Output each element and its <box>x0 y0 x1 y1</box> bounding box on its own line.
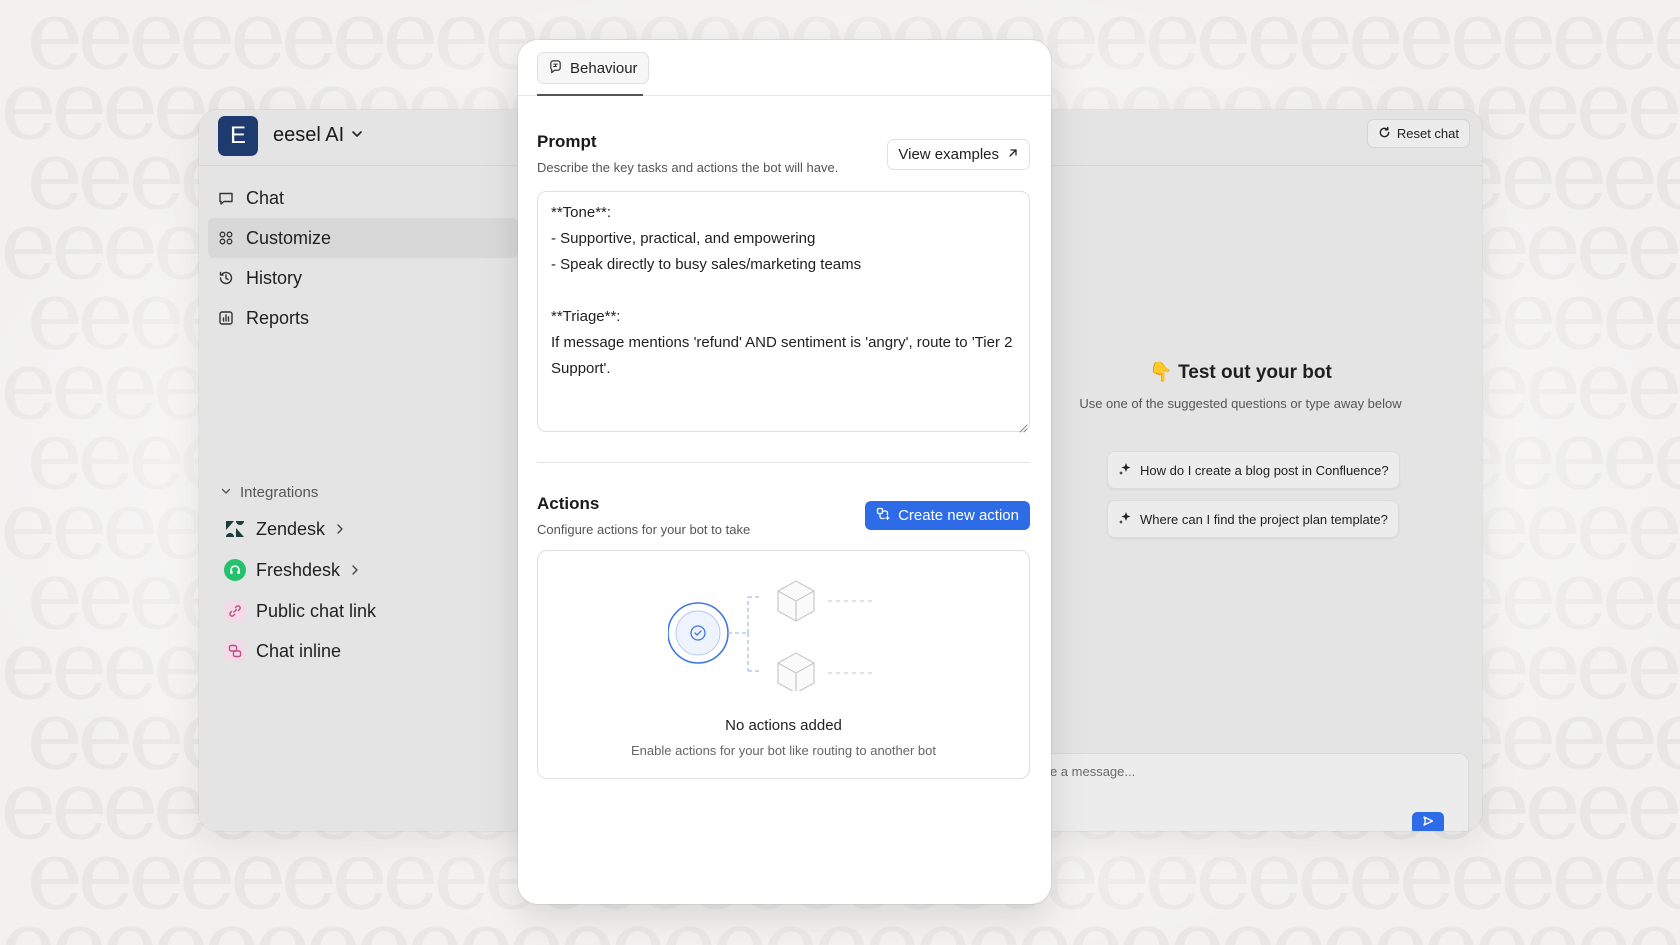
chevron-down-icon <box>220 484 232 501</box>
view-examples-label: View examples <box>898 146 999 163</box>
history-icon <box>218 270 234 286</box>
chat-bubble-icon <box>218 190 234 206</box>
sidebar-item-label: Freshdesk <box>256 559 341 580</box>
section-divider <box>537 462 1030 463</box>
test-bot-intro: 👇 Test out your bot Use one of the sugge… <box>999 360 1482 411</box>
reset-chat-button[interactable]: Reset chat <box>1366 119 1470 148</box>
suggested-question[interactable]: How do I create a blog post in Confluenc… <box>1107 451 1400 489</box>
sparkle-icon <box>1118 511 1132 528</box>
prompt-subtitle: Describe the key tasks and actions the b… <box>537 160 839 175</box>
panel-tabs: Behaviour <box>518 40 1051 96</box>
sidebar-item-label: History <box>246 267 303 288</box>
workspace-avatar[interactable]: E <box>218 116 258 156</box>
empty-state-title: No actions added <box>725 717 842 734</box>
chat-inline-icon <box>224 640 246 662</box>
sidebar-item-label: Chat <box>246 187 285 208</box>
actions-subtitle: Configure actions for your bot to take <box>537 522 751 537</box>
sidebar-item-zendesk[interactable]: Zendesk <box>224 518 345 540</box>
chevron-right-icon <box>350 560 360 581</box>
sidebar-item-chat[interactable]: Chat <box>208 178 518 218</box>
chevron-right-icon <box>335 519 345 540</box>
sidebar-item-label: Public chat link <box>256 600 377 621</box>
external-link-icon <box>1007 146 1019 163</box>
check-circle-icon <box>667 602 729 664</box>
zendesk-icon <box>224 518 246 540</box>
add-action-icon <box>876 507 890 525</box>
sparkle-icon <box>1118 462 1132 479</box>
suggested-question-text: Where can I find the project plan templa… <box>1140 511 1388 527</box>
link-icon <box>224 600 246 622</box>
chevron-down-icon <box>350 124 364 147</box>
brain-icon <box>548 59 563 78</box>
workspace-name: eesel AI <box>273 124 345 146</box>
tab-behaviour[interactable]: Behaviour <box>537 52 649 84</box>
tab-behaviour-label: Behaviour <box>570 59 638 77</box>
reset-chat-label: Reset chat <box>1396 126 1459 141</box>
sidebar-item-customize[interactable]: Customize <box>208 218 518 258</box>
message-input[interactable] <box>1029 764 1409 779</box>
sidebar-item-history[interactable]: History <box>208 258 518 298</box>
create-new-action-button[interactable]: Create new action <box>865 501 1030 530</box>
actions-empty-state: No actions added Enable actions for your… <box>537 550 1030 779</box>
refresh-icon <box>1378 126 1391 142</box>
sidebar-item-label: Customize <box>246 227 332 248</box>
sidebar-item-label: Reports <box>246 307 310 328</box>
active-tab-indicator <box>537 94 643 96</box>
integrations-title: Integrations <box>240 484 319 501</box>
prompt-textarea[interactable]: **Tone**: - Supportive, practical, and e… <box>537 191 1030 432</box>
test-bot-heading: 👇 Test out your bot <box>999 360 1482 384</box>
pointing-down-icon: 👇 <box>1149 362 1173 383</box>
empty-state-subtitle: Enable actions for your bot like routing… <box>631 743 936 758</box>
message-composer <box>1014 753 1469 831</box>
actions-title: Actions <box>537 494 600 513</box>
workspace-switcher[interactable]: eesel AI <box>273 124 364 147</box>
send-icon <box>1422 814 1434 831</box>
cube-icon <box>777 580 815 622</box>
cube-icon <box>777 652 815 694</box>
grid-icon <box>218 230 234 246</box>
test-bot-subtitle: Use one of the suggested questions or ty… <box>1079 396 1402 411</box>
bar-chart-icon <box>218 310 234 326</box>
test-bot-title: Test out your bot <box>1178 362 1332 383</box>
create-new-action-label: Create new action <box>898 507 1019 524</box>
sidebar-item-label: Zendesk <box>256 518 326 539</box>
sidebar-item-public-chat-link[interactable]: Public chat link <box>224 600 376 622</box>
sidebar-item-freshdesk[interactable]: Freshdesk <box>224 559 360 581</box>
actions-illustration <box>667 571 888 696</box>
integrations-toggle[interactable]: Integrations <box>220 484 318 501</box>
freshdesk-icon <box>224 559 246 581</box>
prompt-title: Prompt <box>537 132 597 151</box>
suggested-question-text: How do I create a blog post in Confluenc… <box>1140 462 1389 478</box>
view-examples-button[interactable]: View examples <box>887 139 1030 170</box>
send-button[interactable] <box>1412 812 1444 831</box>
suggested-question[interactable]: Where can I find the project plan templa… <box>1107 500 1399 538</box>
sidebar-item-chat-inline[interactable]: Chat inline <box>224 640 341 662</box>
sidebar-item-reports[interactable]: Reports <box>208 298 518 338</box>
behaviour-panel: Behaviour Prompt Describe the key tasks … <box>518 40 1051 904</box>
resize-handle-icon[interactable] <box>1018 420 1028 433</box>
sidebar-item-label: Chat inline <box>256 640 342 661</box>
